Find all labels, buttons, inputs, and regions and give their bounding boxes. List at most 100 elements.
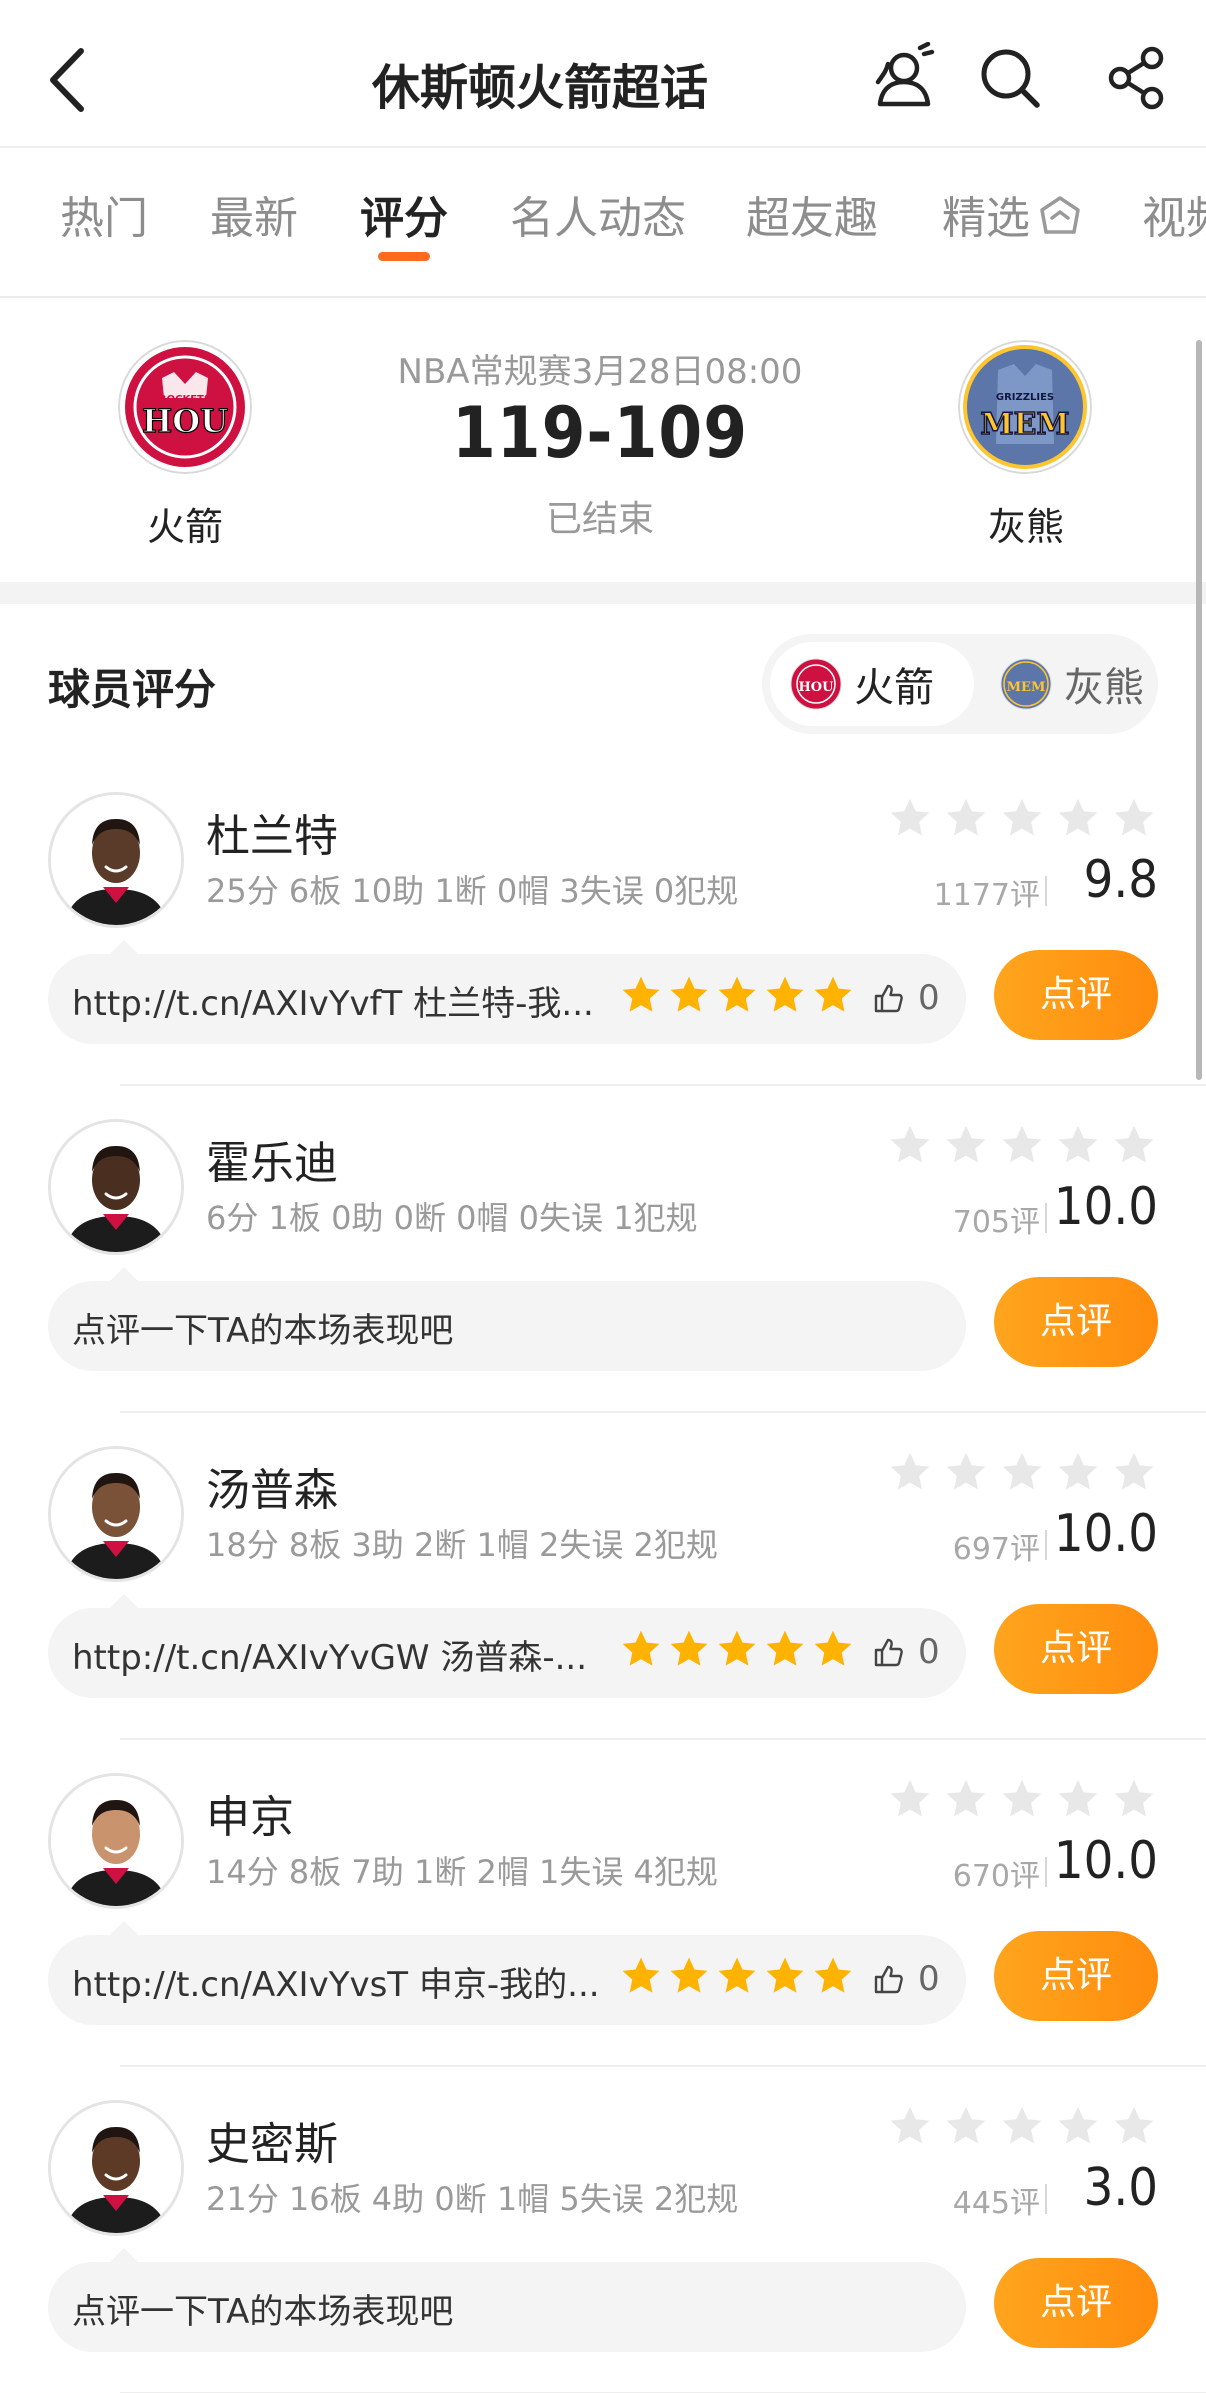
row-divider <box>120 1084 1206 1086</box>
toggle-grizzlies[interactable]: MEM 灰熊 <box>980 642 1152 726</box>
player-card: 汤普森 18分 8板 3助 2断 1帽 2失误 2犯规 697评 10.0 ht… <box>0 1414 1206 1740</box>
empty-star-icon <box>946 2106 986 2144</box>
player-avatar[interactable] <box>48 792 184 928</box>
player-name[interactable]: 汤普森 <box>206 1454 338 1518</box>
away-team-name[interactable]: 灰熊 <box>936 496 1116 551</box>
empty-star-icon <box>890 798 930 836</box>
review-button[interactable]: 点评 <box>994 1931 1158 2021</box>
members-button[interactable] <box>864 38 944 118</box>
player-score: 10.0 <box>1053 1504 1158 1564</box>
toggle-rockets[interactable]: HOU 火箭 <box>770 642 974 726</box>
home-team-name[interactable]: 火箭 <box>95 496 275 551</box>
comment-pointer <box>108 2248 140 2264</box>
share-button[interactable] <box>1098 38 1178 118</box>
empty-star-icon <box>1002 2106 1042 2144</box>
people-icon <box>875 42 935 107</box>
rating-count: 705评 <box>952 1205 1040 1240</box>
player-card: 霍乐迪 6分 1板 0助 0断 0帽 0失误 1犯规 705评 10.0 点评一… <box>0 1087 1206 1413</box>
avatar-portrait <box>51 795 181 925</box>
review-button[interactable]: 点评 <box>994 1277 1158 1367</box>
player-name[interactable]: 史密斯 <box>206 2108 338 2172</box>
search-icon <box>981 49 1040 108</box>
player-avatar[interactable] <box>48 2100 184 2236</box>
rating-count: 670评 <box>952 1859 1040 1894</box>
tab-rating[interactable]: 评分 <box>360 182 448 246</box>
player-name[interactable]: 霍乐迪 <box>206 1127 338 1191</box>
tab-hot[interactable]: 热门 <box>60 182 148 246</box>
empty-star-icon <box>1002 798 1042 836</box>
like-button[interactable]: 0 <box>872 1632 940 1672</box>
top-comment[interactable]: http://t.cn/AXIvYvGW 汤普森-... 0 <box>48 1594 966 1698</box>
rating-separator <box>1045 876 1047 906</box>
comment-pointer <box>108 1594 140 1610</box>
review-button[interactable]: 点评 <box>994 950 1158 1040</box>
tab-celebrity[interactable]: 名人动态 <box>510 182 686 246</box>
star-filled-icon <box>622 1957 660 1993</box>
rating-separator <box>1045 1857 1047 1887</box>
search-button[interactable] <box>970 38 1050 118</box>
top-comment[interactable]: 点评一下TA的本场表现吧 <box>48 2248 966 2352</box>
empty-star-icon <box>946 798 986 836</box>
thumbs-up-icon <box>874 1965 903 1994</box>
tab-latest[interactable]: 最新 <box>210 182 298 246</box>
empty-star-icon <box>1114 2106 1154 2144</box>
match-status: 已结束 <box>545 499 654 540</box>
like-button[interactable]: 0 <box>872 978 940 1018</box>
tab-featured[interactable]: 精选 <box>942 182 1086 246</box>
section-title: 球员评分 <box>48 665 217 714</box>
empty-star-icon <box>1114 1125 1154 1163</box>
player-avatar[interactable] <box>48 1119 184 1255</box>
empty-star-icon <box>1002 1125 1042 1163</box>
player-name[interactable]: 杜兰特 <box>206 800 338 864</box>
grizzlies-logo: GRIZZLIES MEM <box>958 340 1092 474</box>
match-card[interactable]: ROCKETS HOU 火箭 NBA常规赛3月28日08:00 119-109 … <box>0 300 1206 582</box>
avatar-portrait <box>51 1776 181 1906</box>
player-avatar[interactable] <box>48 1446 184 1582</box>
like-button[interactable]: 0 <box>872 1959 940 1999</box>
rating-stars[interactable] <box>888 1777 1156 1821</box>
rating-count: 697评 <box>952 1532 1040 1567</box>
review-button[interactable]: 点评 <box>994 2258 1158 2348</box>
tab-fans[interactable]: 超友趣 <box>746 182 878 246</box>
row-divider <box>120 2065 1206 2067</box>
player-stats: 21分 16板 4助 0断 1帽 5失误 2犯规 <box>206 2180 739 2218</box>
empty-star-icon <box>946 1125 986 1163</box>
like-count: 0 <box>918 1959 940 1999</box>
rating-count: 1177评 <box>933 878 1040 913</box>
rating-stars[interactable] <box>888 2104 1156 2148</box>
player-avatar[interactable] <box>48 1773 184 1909</box>
rating-count: 445评 <box>952 2186 1040 2221</box>
match-info: NBA常规赛3月28日08:00 <box>397 352 803 392</box>
star-filled-icon <box>718 976 756 1012</box>
scrollbar[interactable] <box>1196 340 1202 1080</box>
rating-separator <box>1045 1530 1047 1560</box>
empty-star-icon <box>1002 1452 1042 1490</box>
tab-featured-label: 精选 <box>942 193 1030 244</box>
player-card: 申京 14分 8板 7助 1断 2帽 1失误 4犯规 670评 10.0 htt… <box>0 1741 1206 2067</box>
like-count: 0 <box>918 978 940 1018</box>
toggle-grizzlies-label: 灰熊 <box>1064 665 1144 711</box>
empty-star-icon <box>1058 1452 1098 1490</box>
rockets-mini-abbr: HOU <box>799 680 835 695</box>
comment-text: http://t.cn/AXIvYvsT 申京-我的... <box>72 1965 600 2005</box>
tab-bar: 热门 最新 评分 名人动态 超友趣 精选 视频 <box>0 150 1206 298</box>
empty-star-icon <box>1002 1779 1042 1817</box>
rating-stars[interactable] <box>888 796 1156 840</box>
comment-pointer <box>108 1267 140 1283</box>
empty-star-icon <box>890 1125 930 1163</box>
player-card: 史密斯 21分 16板 4助 0断 1帽 5失误 2犯规 445评 3.0 点评… <box>0 2068 1206 2393</box>
star-filled-icon <box>766 976 804 1012</box>
top-comment[interactable]: 点评一下TA的本场表现吧 <box>48 1267 966 1371</box>
rating-stars[interactable] <box>888 1450 1156 1494</box>
top-comment[interactable]: http://t.cn/AXIvYvsT 申京-我的... 0 <box>48 1921 966 2025</box>
top-comment[interactable]: http://t.cn/AXIvYvfT 杜兰特-我... 0 <box>48 940 966 1044</box>
review-button[interactable]: 点评 <box>994 1604 1158 1694</box>
team-toggle: HOU 火箭 MEM 灰熊 <box>762 634 1158 734</box>
player-name[interactable]: 申京 <box>206 1781 294 1845</box>
player-stats: 25分 6板 10助 1断 0帽 3失误 0犯规 <box>206 872 739 910</box>
player-score: 10.0 <box>1053 1177 1158 1237</box>
rating-stars[interactable] <box>888 1123 1156 1167</box>
comment-rating-stars <box>620 1955 854 1997</box>
player-stats: 14分 8板 7助 1断 2帽 1失误 4犯规 <box>206 1853 718 1891</box>
tab-video[interactable]: 视频 <box>1142 182 1206 246</box>
